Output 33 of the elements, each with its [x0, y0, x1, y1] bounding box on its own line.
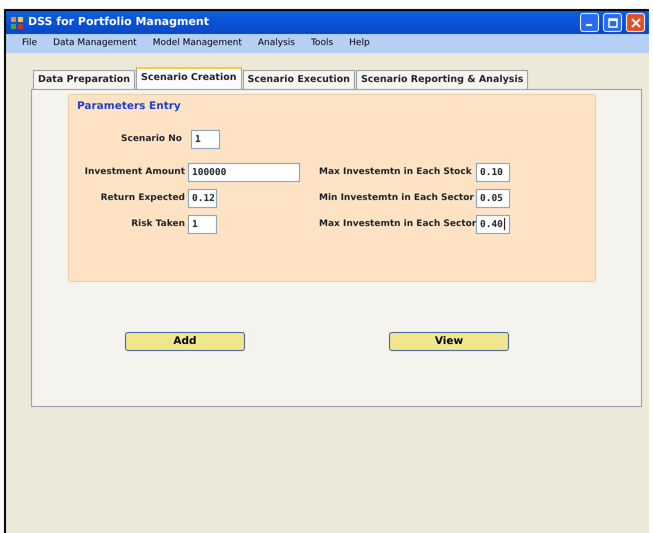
input-field[interactable]: 0.40 — [476, 214, 510, 234]
menu-item[interactable]: Model Management — [144, 36, 250, 50]
menu-item[interactable]: Help — [341, 36, 378, 50]
group-title: Parameters Entry — [77, 99, 181, 114]
field-label: Max Investemtn in Each Stock — [319, 166, 473, 178]
field-label: Risk Taken — [130, 218, 185, 230]
maximize-button[interactable] — [603, 13, 622, 32]
tab[interactable]: Scenario Reporting & Analysis — [356, 70, 528, 89]
tab[interactable]: Scenario Creation — [136, 67, 242, 89]
tab[interactable]: Data Preparation — [33, 70, 136, 89]
close-icon — [630, 18, 640, 28]
field-label: Investment Amount — [84, 166, 185, 178]
menu-item[interactable]: Data Management — [45, 36, 145, 50]
input-field[interactable]: 1 — [190, 130, 220, 149]
action-button[interactable]: Add — [125, 332, 245, 351]
field-label: Scenario No — [121, 132, 182, 146]
input-field[interactable]: 0.10 — [476, 162, 510, 182]
input-field[interactable]: 1 — [188, 214, 217, 234]
tab[interactable]: Scenario Execution — [242, 70, 355, 89]
action-button[interactable]: View — [389, 332, 509, 351]
window-title: DSS for Portfolio Managment — [28, 14, 209, 30]
app-icon — [10, 16, 24, 30]
menu-item[interactable]: Tools — [302, 36, 342, 50]
menu-item[interactable]: Analysis — [250, 36, 303, 50]
maximize-icon — [608, 18, 618, 28]
minimize-button[interactable] — [580, 13, 599, 32]
input-field[interactable]: 100000 — [188, 162, 300, 182]
input-field[interactable]: 0.12 — [188, 188, 217, 208]
field-label: Min Investemtn in Each Sector — [319, 192, 473, 204]
close-button[interactable] — [626, 13, 645, 32]
input-field[interactable]: 0.05 — [476, 188, 510, 208]
menu-item[interactable]: File — [14, 36, 46, 50]
field-label: Return Expected — [100, 192, 185, 204]
